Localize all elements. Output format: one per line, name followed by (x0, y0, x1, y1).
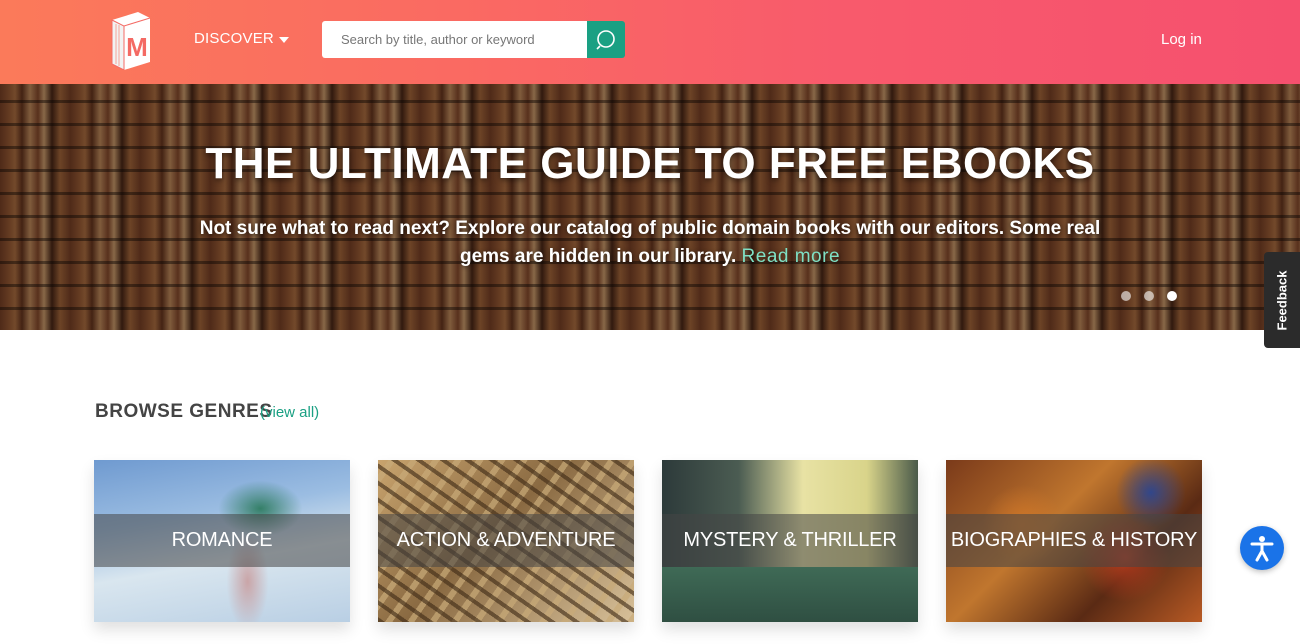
genre-card-action-adventure[interactable]: ACTION & ADVENTURE (378, 460, 634, 622)
carousel-dot-2[interactable] (1144, 291, 1154, 301)
top-header: M DISCOVER Log in (0, 0, 1300, 84)
genre-label: MYSTERY & THRILLER (683, 529, 897, 551)
genre-label: ROMANCE (171, 529, 273, 551)
caret-down-icon (278, 36, 289, 43)
search-bar (322, 21, 625, 58)
read-more-link[interactable]: Read more (742, 246, 841, 267)
search-icon (596, 29, 615, 50)
login-link[interactable]: Log in (1161, 31, 1202, 48)
genre-label: BIOGRAPHIES & HISTORY (950, 529, 1198, 551)
discover-menu[interactable]: DISCOVER (194, 30, 289, 47)
feedback-tab[interactable]: Feedback (1264, 252, 1300, 348)
logo-letter: M (126, 32, 148, 62)
search-button[interactable] (587, 21, 625, 58)
carousel-dot-3[interactable] (1167, 291, 1177, 301)
hero-banner: THE ULTIMATE GUIDE TO FREE EBOOKS Not su… (0, 84, 1300, 330)
genre-label-band: MYSTERY & THRILLER (662, 514, 918, 567)
genre-card-biographies-history[interactable]: BIOGRAPHIES & HISTORY (946, 460, 1202, 622)
hero-subtitle: Not sure what to read next? Explore our … (180, 215, 1120, 271)
discover-label: DISCOVER (194, 30, 274, 47)
genre-label-band: BIOGRAPHIES & HISTORY (946, 514, 1202, 567)
genre-label-band: ACTION & ADVENTURE (378, 514, 634, 567)
carousel-dots (1121, 291, 1177, 301)
hero-subtitle-text: Not sure what to read next? Explore our … (199, 218, 1101, 267)
view-all-link[interactable]: (view all) (260, 404, 319, 421)
browse-genres-title: BROWSE GENRES (95, 401, 273, 422)
genre-label-band: ROMANCE (94, 514, 350, 567)
carousel-dot-1[interactable] (1121, 291, 1131, 301)
accessibility-icon (1250, 536, 1274, 562)
accessibility-button[interactable] (1240, 526, 1284, 570)
genre-card-mystery-thriller[interactable]: MYSTERY & THRILLER (662, 460, 918, 622)
book-logo-icon[interactable]: M (108, 10, 154, 71)
hero-title: THE ULTIMATE GUIDE TO FREE EBOOKS (205, 139, 1095, 188)
search-input[interactable] (322, 21, 587, 58)
feedback-label: Feedback (1274, 270, 1290, 330)
genre-label: ACTION & ADVENTURE (396, 529, 616, 551)
genre-card-romance[interactable]: ROMANCE (94, 460, 350, 622)
